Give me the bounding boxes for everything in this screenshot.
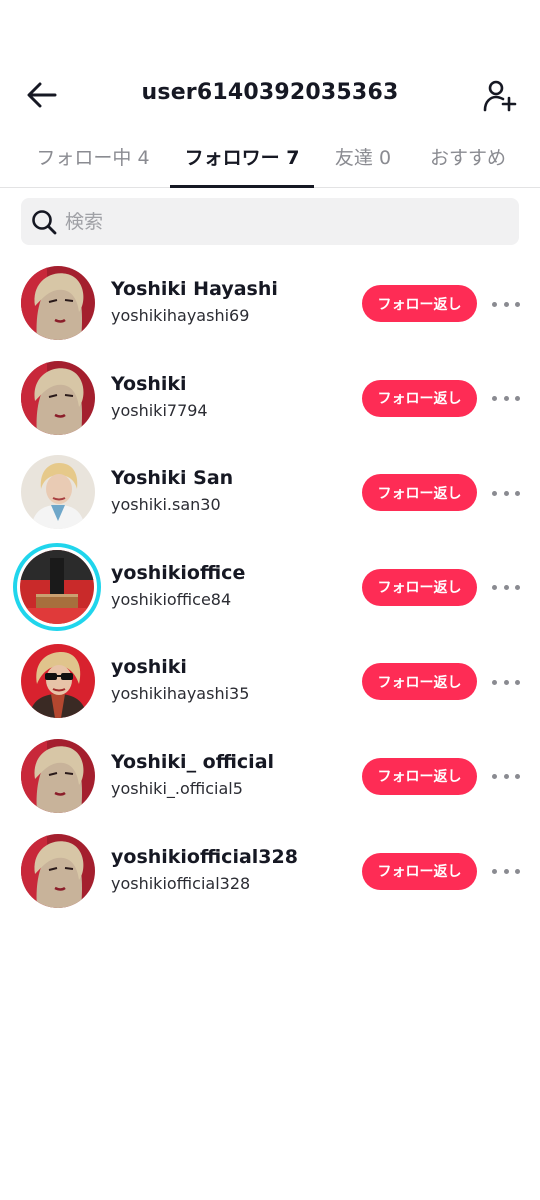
username: yoshikioffice84 bbox=[111, 589, 232, 609]
display-name: Yoshiki Hayashi bbox=[111, 278, 278, 300]
follower-list: Yoshiki Hayashi yoshikihayashi69 フォロー返し … bbox=[0, 256, 540, 918]
active-tab-indicator bbox=[170, 185, 314, 188]
user-info: Yoshiki_ official yoshiki_.official5 bbox=[111, 751, 356, 798]
more-options-icon[interactable] bbox=[490, 573, 522, 603]
avatar[interactable] bbox=[21, 266, 95, 340]
more-options-icon[interactable] bbox=[490, 289, 522, 319]
avatar-photo bbox=[21, 644, 95, 719]
display-name: Yoshiki San bbox=[111, 467, 234, 490]
user-info: Yoshiki San yoshiki.san30 bbox=[111, 467, 356, 514]
tab-followers[interactable]: フォロワー 7 bbox=[170, 130, 314, 188]
display-name: yoshikioffice bbox=[111, 561, 246, 584]
search-input[interactable] bbox=[65, 210, 485, 233]
list-item[interactable]: yoshikiofficial328 yoshikiofficial328 フォ… bbox=[0, 824, 540, 919]
list-item[interactable]: Yoshiki yoshiki7794 フォロー返し bbox=[0, 351, 540, 446]
more-options-icon[interactable] bbox=[490, 384, 522, 414]
avatar-photo bbox=[20, 549, 94, 624]
avatar[interactable] bbox=[21, 833, 95, 908]
user-info: yoshikiofficial328 yoshikiofficial328 bbox=[111, 846, 356, 893]
tab-suggested[interactable]: おすすめ bbox=[418, 130, 518, 187]
display-name: yoshikiofficial328 bbox=[111, 845, 298, 868]
avatar-with-story-ring[interactable] bbox=[13, 542, 101, 631]
more-options-icon[interactable] bbox=[490, 857, 522, 887]
follow-back-button[interactable]: フォロー返し bbox=[362, 757, 477, 795]
avatar-photo bbox=[21, 738, 95, 813]
tab-followers-label: フォロワー 7 bbox=[184, 147, 300, 169]
username: yoshikihayashi69 bbox=[111, 306, 250, 325]
followers-screen: user6140392035363 フォロー中 4 フォロワー 7 友達 0 お… bbox=[0, 0, 540, 1200]
follow-back-button[interactable]: フォロー返し bbox=[362, 285, 477, 322]
avatar-photo bbox=[21, 360, 95, 435]
tab-following[interactable]: フォロー中 4 bbox=[22, 130, 164, 187]
list-item[interactable]: yoshiki yoshikihayashi35 フォロー返し bbox=[0, 634, 540, 729]
avatar bbox=[20, 549, 94, 624]
user-info: Yoshiki yoshiki7794 bbox=[111, 373, 356, 420]
more-options-icon[interactable] bbox=[490, 478, 522, 508]
username: yoshiki.san30 bbox=[111, 495, 221, 515]
user-info: yoshiki yoshikihayashi35 bbox=[111, 656, 356, 703]
tab-friends-label: 友達 0 bbox=[334, 147, 392, 169]
avatar-photo bbox=[21, 266, 95, 340]
user-info: Yoshiki Hayashi yoshikihayashi69 bbox=[111, 278, 356, 325]
follow-back-button[interactable]: フォロー返し bbox=[362, 852, 477, 890]
username: yoshiki_.official5 bbox=[111, 778, 243, 798]
avatar-photo bbox=[21, 455, 95, 530]
username: yoshikiofficial328 bbox=[111, 873, 251, 893]
follow-back-button[interactable]: フォロー返し bbox=[362, 379, 477, 417]
more-options-icon[interactable] bbox=[490, 667, 522, 697]
search-icon bbox=[32, 209, 57, 234]
list-item[interactable]: Yoshiki San yoshiki.san30 フォロー返し bbox=[0, 445, 540, 540]
header: user6140392035363 bbox=[0, 60, 540, 130]
username: yoshikihayashi35 bbox=[111, 684, 250, 704]
avatar[interactable] bbox=[21, 738, 95, 813]
search-bar[interactable] bbox=[21, 198, 519, 245]
avatar[interactable] bbox=[21, 644, 95, 719]
avatar[interactable] bbox=[21, 455, 95, 530]
person-plus-icon bbox=[483, 80, 517, 112]
add-user-button[interactable] bbox=[480, 76, 520, 116]
username: yoshiki7794 bbox=[111, 400, 208, 420]
user-info: yoshikioffice yoshikioffice84 bbox=[111, 562, 356, 609]
tab-following-label: フォロー中 4 bbox=[36, 147, 150, 169]
display-name: yoshiki bbox=[111, 656, 187, 679]
more-options-icon[interactable] bbox=[490, 762, 522, 792]
avatar-photo bbox=[21, 833, 95, 908]
list-item[interactable]: Yoshiki Hayashi yoshikihayashi69 フォロー返し bbox=[0, 256, 540, 351]
list-item[interactable]: Yoshiki_ official yoshiki_.official5 フォロ… bbox=[0, 729, 540, 824]
follow-back-button[interactable]: フォロー返し bbox=[362, 568, 477, 606]
list-item[interactable]: yoshikioffice yoshikioffice84 フォロー返し bbox=[0, 540, 540, 635]
tab-suggested-label: おすすめ bbox=[429, 147, 506, 169]
avatar[interactable] bbox=[21, 360, 95, 435]
display-name: Yoshiki bbox=[111, 372, 187, 395]
follow-back-button[interactable]: フォロー返し bbox=[362, 474, 477, 512]
follow-back-button[interactable]: フォロー返し bbox=[362, 663, 477, 701]
page-title: user6140392035363 bbox=[141, 80, 399, 105]
display-name: Yoshiki_ official bbox=[111, 750, 275, 773]
tab-friends[interactable]: 友達 0 bbox=[322, 130, 404, 187]
tab-bar: フォロー中 4 フォロワー 7 友達 0 おすすめ bbox=[0, 130, 540, 188]
